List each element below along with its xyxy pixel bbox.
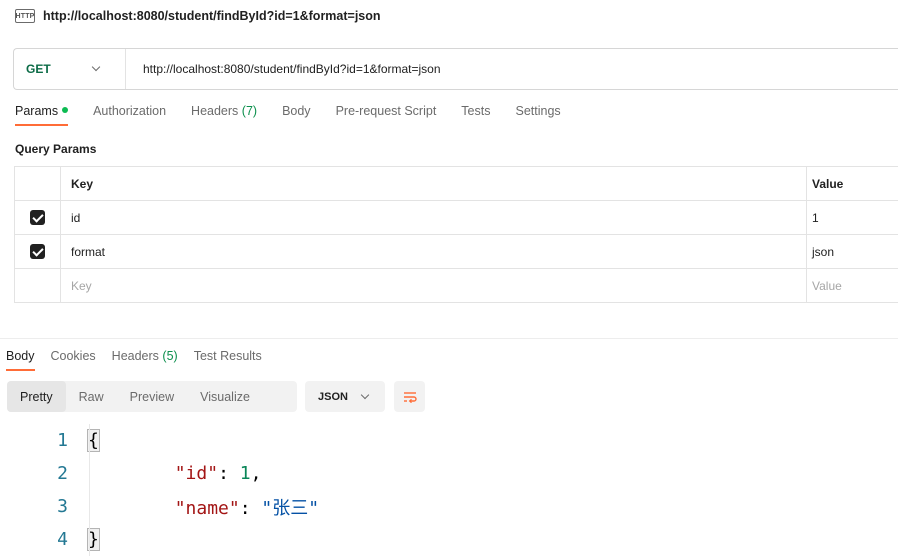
- tab-params[interactable]: Params: [15, 104, 69, 126]
- code-text: }: [68, 528, 100, 551]
- tab-response-headers[interactable]: Headers (5): [112, 349, 178, 371]
- tab-body[interactable]: Body: [282, 104, 311, 126]
- param-key-cell[interactable]: format: [61, 235, 807, 268]
- format-select[interactable]: JSON: [305, 381, 385, 412]
- tab-tests[interactable]: Tests: [461, 104, 490, 126]
- view-visualize-button[interactable]: Visualize: [187, 381, 263, 412]
- code-text: {: [68, 429, 100, 452]
- tab-cookies[interactable]: Cookies: [51, 349, 96, 371]
- params-table: Key Value id 1 format json Key Value: [14, 166, 898, 303]
- code-text: "name": "张三": [174, 497, 320, 519]
- request-bar: GET: [13, 48, 898, 90]
- method-label: GET: [26, 62, 51, 76]
- tab-response-headers-label: Headers: [111, 349, 159, 363]
- query-params-title: Query Params: [15, 142, 97, 156]
- code-line: 3 "name": "张三": [0, 490, 898, 523]
- row-check-cell: [15, 235, 61, 268]
- wrap-lines-icon: [403, 391, 417, 403]
- url-input[interactable]: [126, 49, 898, 89]
- pane-divider[interactable]: [0, 338, 898, 339]
- table-header-row: Key Value: [15, 167, 898, 201]
- method-select[interactable]: GET: [14, 49, 126, 89]
- table-row: id 1: [15, 201, 898, 235]
- view-raw-button[interactable]: Raw: [66, 381, 117, 412]
- code-line: 2 "id": 1,: [0, 457, 898, 490]
- json-string-value: "张三": [261, 497, 320, 519]
- table-row: format json: [15, 235, 898, 269]
- request-tabs: Params Authorization Headers (7) Body Pr…: [15, 104, 586, 126]
- json-key: "name": [174, 497, 240, 519]
- tab-test-results[interactable]: Test Results: [194, 349, 262, 371]
- param-value-cell[interactable]: 1: [807, 201, 898, 234]
- response-tabs: Body Cookies Headers (5) Test Results: [6, 349, 278, 371]
- code-line: 4 }: [0, 523, 898, 556]
- request-tab-header: HTTP http://localhost:8080/student/findB…: [0, 0, 898, 32]
- row-check-cell: [15, 269, 61, 302]
- wrap-lines-button[interactable]: [394, 381, 425, 412]
- request-tab-title[interactable]: http://localhost:8080/student/findById?i…: [43, 9, 381, 23]
- new-param-key-input[interactable]: Key: [61, 269, 807, 302]
- tab-pre-request-script[interactable]: Pre-request Script: [336, 104, 437, 126]
- column-header-key: Key: [61, 167, 807, 200]
- json-comma: ,: [250, 463, 262, 484]
- param-value-cell[interactable]: json: [807, 235, 898, 268]
- line-number: 4: [57, 529, 68, 550]
- code-text: "id": 1,: [174, 463, 262, 484]
- params-active-dot-icon: [62, 107, 69, 113]
- json-number-value: 1: [239, 463, 251, 484]
- table-row-new: Key Value: [15, 269, 898, 303]
- line-number: 2: [57, 463, 68, 484]
- json-key: "id": [174, 463, 219, 484]
- tab-params-label: Params: [15, 104, 59, 118]
- tab-authorization[interactable]: Authorization: [93, 104, 166, 126]
- response-body-code[interactable]: 1 { 2 "id": 1, 3 "name": "张三" 4 }: [0, 424, 898, 556]
- view-pretty-button[interactable]: Pretty: [7, 381, 66, 412]
- format-label: JSON: [318, 390, 348, 403]
- row-check-cell: [15, 201, 61, 234]
- param-checkbox[interactable]: [30, 210, 45, 225]
- http-file-icon: HTTP: [15, 9, 35, 23]
- tab-headers-label: Headers: [191, 104, 239, 118]
- tab-headers[interactable]: Headers (7): [191, 104, 257, 126]
- line-number: 1: [57, 430, 68, 451]
- headers-count: (7): [241, 104, 258, 118]
- chevron-down-icon: [361, 393, 369, 401]
- response-headers-count: (5): [162, 349, 178, 363]
- gutter-divider: [89, 424, 90, 556]
- line-number: 3: [57, 496, 68, 517]
- view-preview-button[interactable]: Preview: [117, 381, 187, 412]
- new-param-value-input[interactable]: Value: [807, 269, 898, 302]
- chevron-down-icon: [92, 65, 100, 73]
- column-header-value: Value: [812, 176, 844, 191]
- tab-response-body[interactable]: Body: [6, 349, 35, 371]
- param-key-cell[interactable]: id: [61, 201, 807, 234]
- tab-settings[interactable]: Settings: [515, 104, 560, 126]
- code-line: 1 {: [0, 424, 898, 457]
- view-mode-group: Pretty Raw Preview Visualize: [7, 381, 297, 412]
- header-check-cell: [15, 167, 61, 200]
- param-checkbox[interactable]: [30, 244, 45, 259]
